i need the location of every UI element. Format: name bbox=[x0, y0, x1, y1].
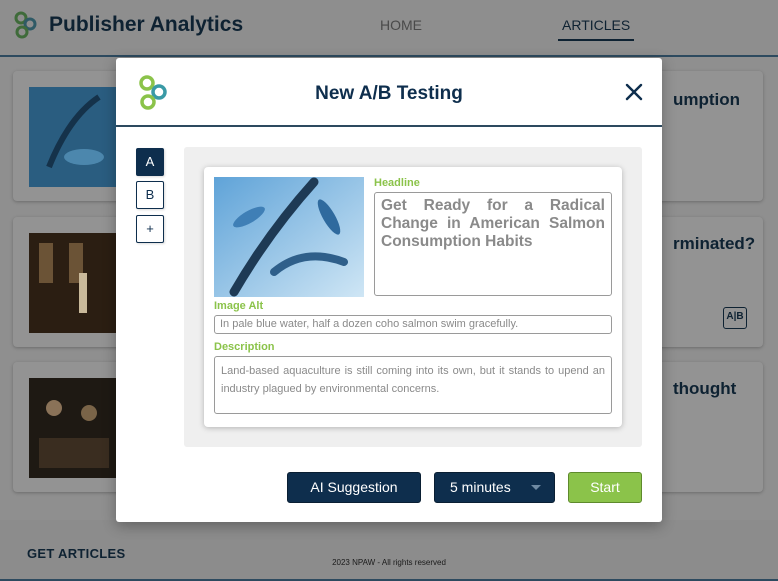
nav-articles[interactable]: ARTICLES bbox=[557, 17, 635, 41]
headline-input[interactable]: Get Ready for a Radical Change in Americ… bbox=[374, 192, 612, 296]
nav-home[interactable]: HOME bbox=[380, 17, 422, 33]
brand[interactable]: Publisher Analytics bbox=[12, 10, 243, 40]
ab-compare-icon[interactable]: A|B bbox=[723, 307, 747, 329]
modal-header: New A/B Testing bbox=[116, 58, 662, 127]
app-title: Publisher Analytics bbox=[49, 13, 244, 36]
article-thumbnail bbox=[29, 378, 117, 478]
copyright: 2023 NPAW - All rights reserved bbox=[332, 558, 446, 567]
variant-panel: Headline Get Ready for a Radical Change … bbox=[184, 147, 642, 447]
description-input[interactable]: Land-based aquaculture is still coming i… bbox=[214, 356, 612, 414]
variant-card: Headline Get Ready for a Radical Change … bbox=[204, 167, 622, 427]
article-title: umption bbox=[673, 90, 741, 109]
article-thumbnail bbox=[29, 233, 117, 333]
variant-tab-a[interactable]: A bbox=[136, 148, 164, 176]
image-alt-input[interactable]: In pale blue water, half a dozen coho sa… bbox=[214, 315, 612, 334]
close-icon[interactable] bbox=[624, 82, 644, 102]
logo-icon bbox=[14, 11, 37, 39]
duration-select[interactable]: 5 minutes bbox=[434, 472, 555, 503]
article-title: thought bbox=[673, 379, 737, 398]
ai-suggestion-button[interactable]: AI Suggestion bbox=[287, 472, 421, 503]
image-alt-label: Image Alt bbox=[214, 300, 264, 312]
article-thumbnail bbox=[29, 87, 117, 187]
headline-label: Headline bbox=[374, 177, 420, 189]
footer: GET ARTICLES 2023 NPAW - All rights rese… bbox=[0, 520, 778, 581]
duration-value: 5 minutes bbox=[450, 479, 511, 495]
chevron-down-icon bbox=[531, 485, 541, 490]
modal-title: New A/B Testing bbox=[315, 83, 463, 104]
article-title: rminated? bbox=[673, 234, 756, 253]
add-variant-button[interactable]: + bbox=[136, 215, 164, 243]
ab-testing-modal: New A/B Testing A B + Headline Get Ready… bbox=[116, 58, 662, 522]
app-header: Publisher Analytics HOME ARTICLES bbox=[0, 0, 778, 57]
variant-tab-b[interactable]: B bbox=[136, 181, 164, 209]
start-button[interactable]: Start bbox=[568, 472, 642, 503]
description-label: Description bbox=[214, 341, 275, 353]
variant-image[interactable] bbox=[214, 177, 364, 297]
